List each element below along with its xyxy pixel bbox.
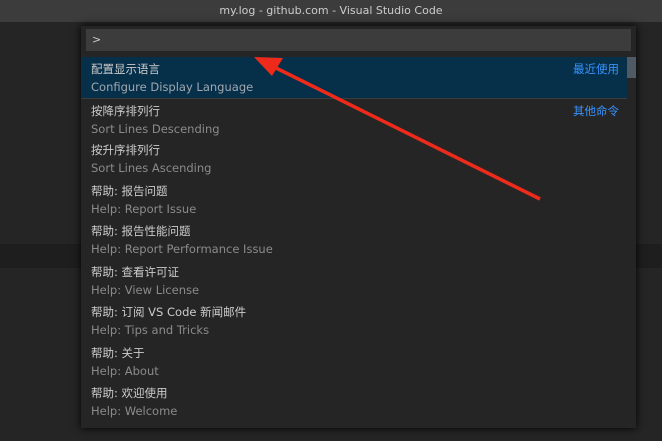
annotation-arrow <box>254 57 541 201</box>
